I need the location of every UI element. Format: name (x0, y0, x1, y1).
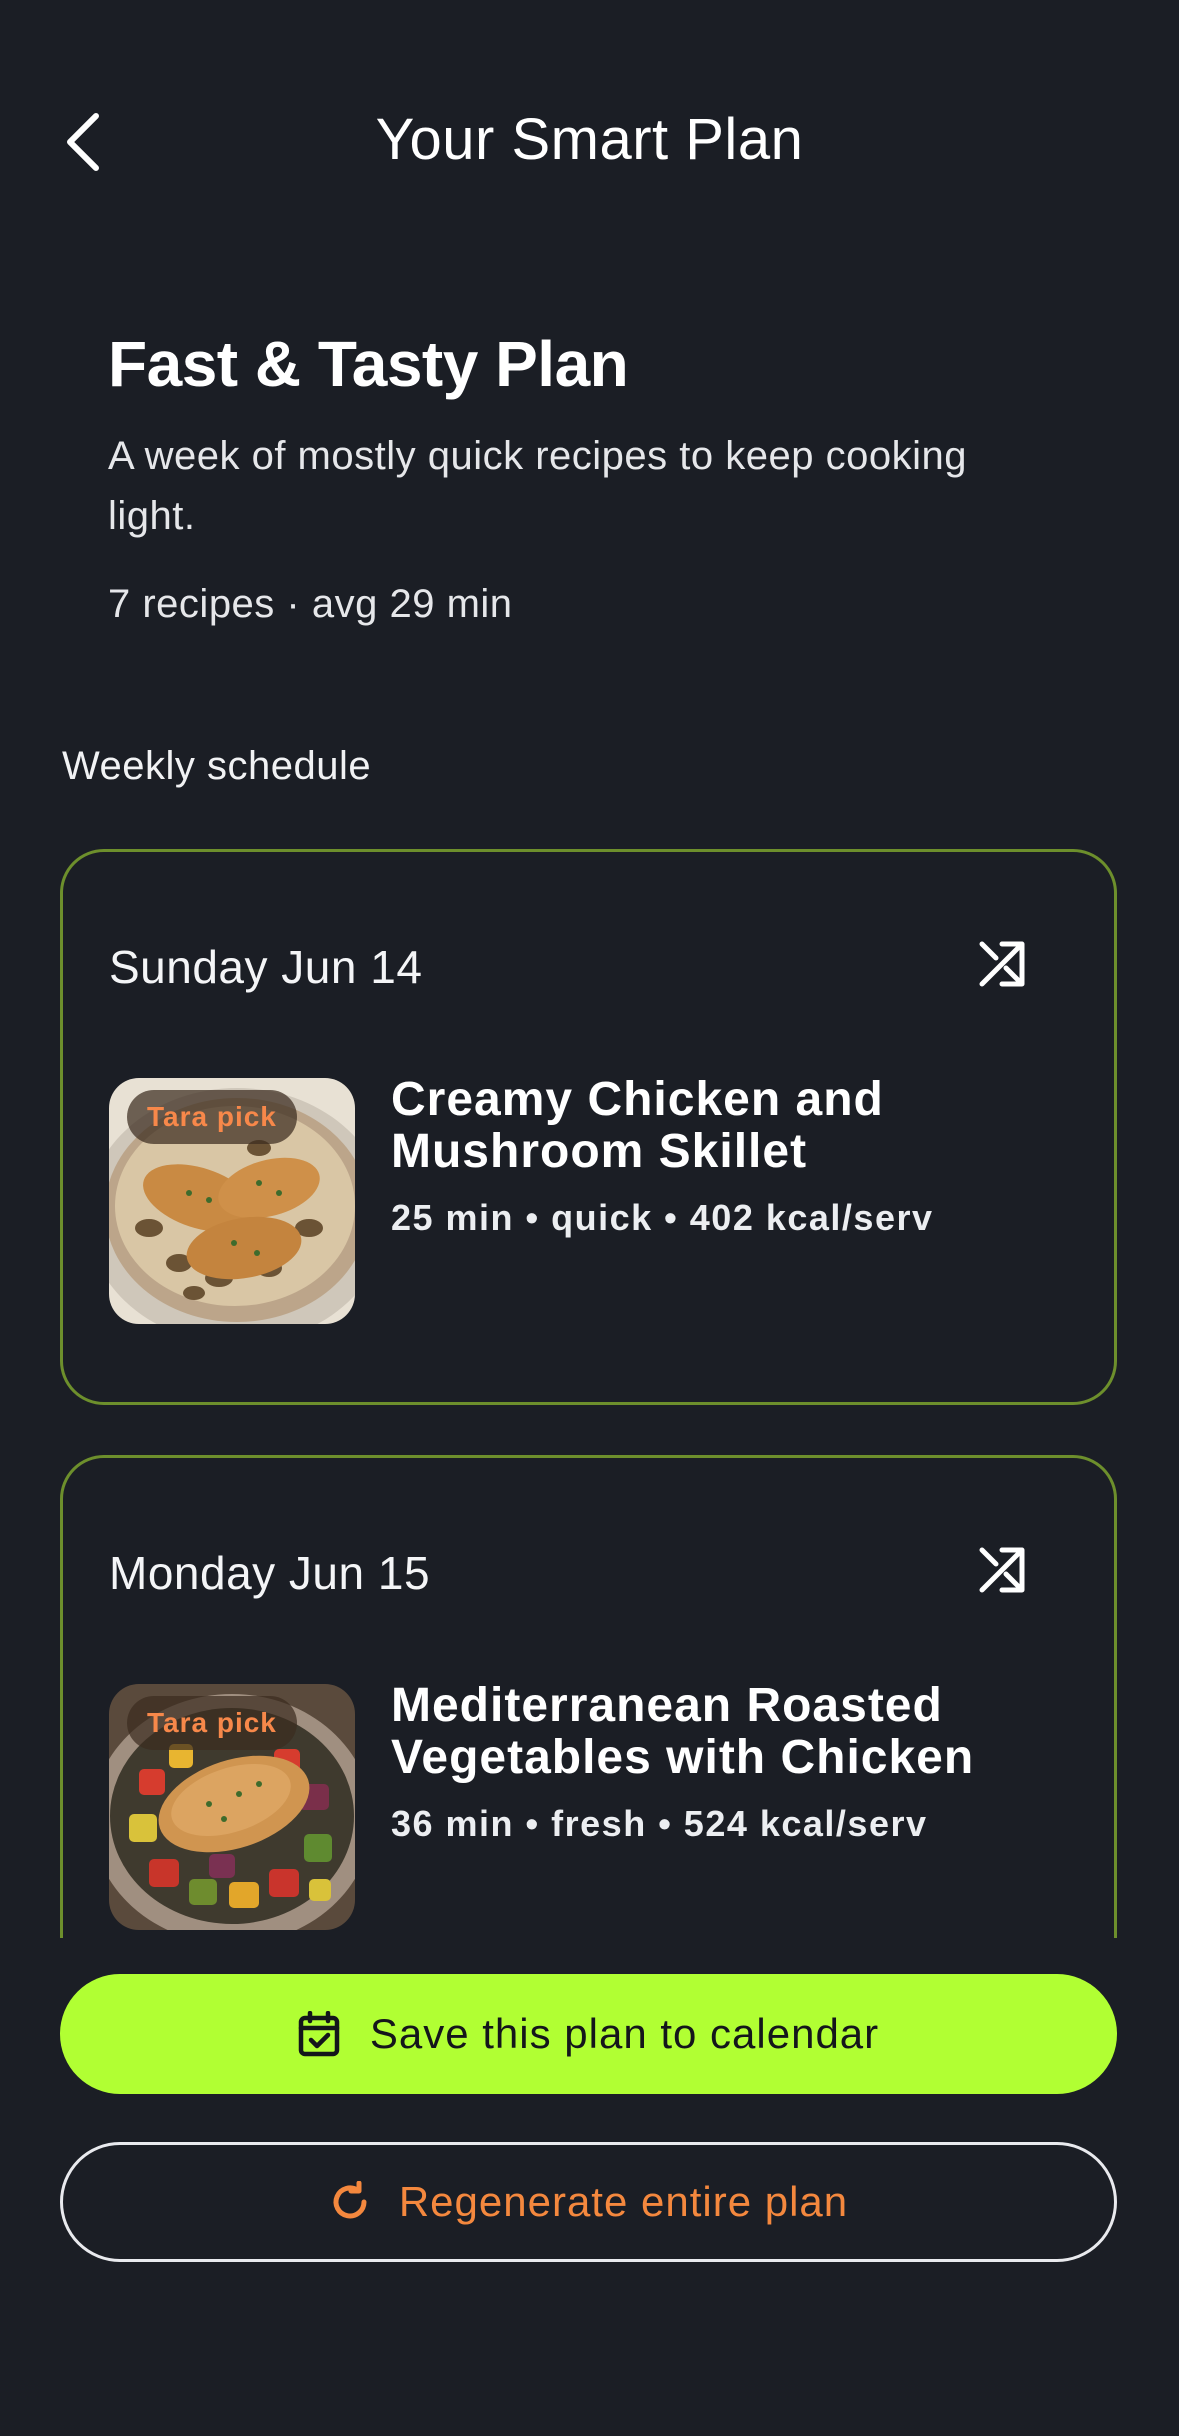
shuffle-icon (979, 941, 1025, 987)
shuffle-recipe-button[interactable] (970, 932, 1034, 996)
day-date: Monday Jun 15 (109, 1547, 431, 1599)
page-title: Your Smart Plan (375, 107, 804, 172)
shuffle-icon (979, 1547, 1025, 1593)
refresh-icon (329, 2181, 371, 2223)
recipe-title[interactable]: Creamy Chicken and Mushroom Skillet (391, 1074, 1091, 1178)
save-plan-button[interactable]: Save this plan to calendar (60, 1974, 1117, 2094)
recipe-image[interactable]: Tara pick (109, 1078, 355, 1324)
recipe-meta: 36 min • fresh • 524 kcal/serv (391, 1803, 928, 1844)
save-plan-label: Save this plan to calendar (369, 2010, 880, 2057)
recipe-meta: 25 min • quick • 402 kcal/serv (391, 1197, 934, 1238)
plan-name: Fast & Tasty Plan (108, 328, 629, 400)
day-date: Sunday Jun 14 (109, 941, 423, 993)
shuffle-recipe-button[interactable] (970, 1538, 1034, 1602)
regenerate-plan-button[interactable]: Regenerate entire plan (60, 2142, 1117, 2262)
schedule-list[interactable]: Sunday Jun 14 Tara pick Creamy Chicken a… (0, 845, 1179, 1938)
plan-summary: Fast & Tasty Plan A week of mostly quick… (108, 326, 1108, 627)
recipe-image[interactable]: Tara pick (109, 1684, 355, 1930)
tara-pick-badge: Tara pick (127, 1696, 297, 1750)
calendar-check-icon (298, 2011, 340, 2057)
plan-meta: 7 recipes · avg 29 min (108, 582, 513, 626)
weekly-schedule-label: Weekly schedule (62, 744, 372, 788)
day-card[interactable]: Monday Jun 15 Tara pick Mediterranean Ro… (60, 1455, 1117, 1938)
tara-pick-badge: Tara pick (127, 1090, 297, 1144)
recipe-title[interactable]: Mediterranean Roasted Vegetables with Ch… (391, 1680, 1091, 1784)
plan-description: A week of mostly quick recipes to keep c… (108, 434, 967, 538)
regenerate-plan-label: Regenerate entire plan (398, 2178, 849, 2225)
day-card[interactable]: Sunday Jun 14 Tara pick Creamy Chicken a… (60, 849, 1117, 1405)
header: Your Smart Plan (0, 0, 1179, 280)
